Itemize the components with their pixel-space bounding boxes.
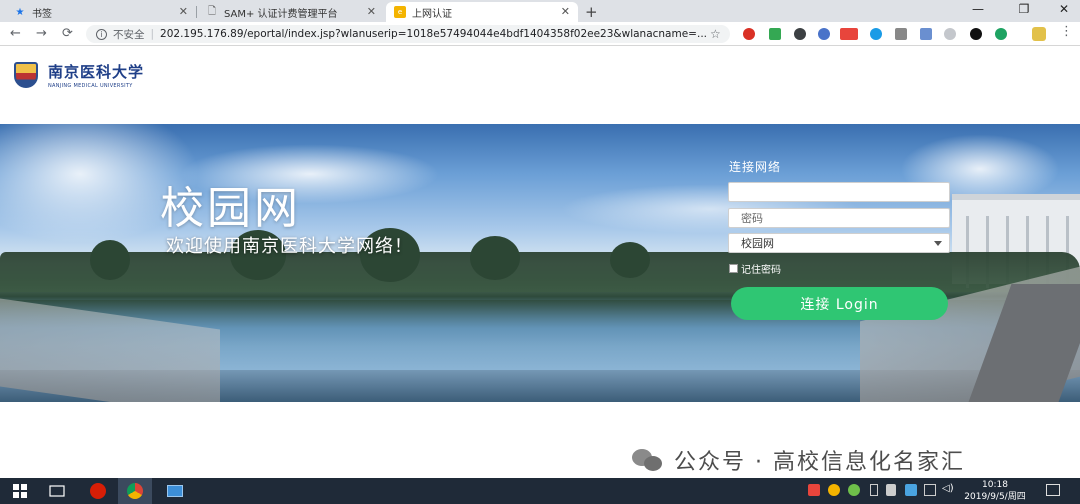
reload-button[interactable]: ⟳ [62,26,73,41]
hero-banner: 校园网 欢迎使用南京医科大学网络！ [0,124,1080,402]
browser-tab-bar: ★ 书签 ✕ 🗋 SAM+ 认证计费管理平台 ✕ e 上网认证 ✕ + — ❐ … [0,0,1080,22]
tray-app-icon[interactable] [808,484,820,496]
address-toolbar: ← → ⟳ i 不安全 | 202.195.176.89/eportal/ind… [0,22,1080,46]
tree-decoration [470,236,520,280]
volume-icon[interactable]: ◁) [942,483,954,495]
new-tab-button[interactable]: + [585,3,598,21]
network-select[interactable]: 校园网 [728,233,950,253]
tray-usb-icon[interactable] [870,484,878,496]
chevron-down-icon [934,241,942,246]
app-window-icon [167,485,183,497]
password-input[interactable] [728,208,950,228]
tray-app-icon[interactable] [848,484,860,496]
extension-globe-icon[interactable] [818,28,830,40]
windows-taskbar: ◁) 10:18 2019/9/5/周四 [0,478,1080,504]
task-view-button[interactable] [44,478,70,504]
extension-shield-icon[interactable] [794,28,806,40]
extension-green-icon[interactable] [995,28,1007,40]
star-icon: ★ [15,6,25,18]
portal-favicon: e [394,6,406,18]
tree-decoration [610,242,650,278]
close-icon[interactable]: ✕ [367,5,376,18]
close-icon[interactable]: ✕ [561,5,570,18]
start-button[interactable] [8,478,32,504]
tray-app-icon[interactable] [828,484,840,496]
tree-decoration [90,240,130,280]
window-close-button[interactable]: ✕ [1054,2,1074,16]
back-button[interactable]: ← [10,26,21,41]
tray-battery-icon[interactable] [886,484,896,496]
tab-sam-platform[interactable]: 🗋 SAM+ 认证计费管理平台 ✕ [198,2,384,22]
extension-translate-icon[interactable] [769,28,781,40]
security-label: 不安全 [113,28,145,41]
windows-logo-icon [13,484,27,498]
tray-network-icon[interactable] [905,484,917,496]
bookmark-star-icon[interactable]: ☆ [710,27,721,41]
tab-bookmarks[interactable]: ★ 书签 ✕ [6,2,196,22]
restore-button[interactable]: ❐ [1014,2,1034,16]
browser-menu-icon[interactable]: ⋮ [1060,24,1073,39]
logo-chinese-name: 南京医科大学 [48,63,145,81]
forward-button[interactable]: → [36,26,47,41]
taskbar-app[interactable] [162,478,188,504]
minimize-button[interactable]: — [968,2,988,16]
notification-icon[interactable] [1046,484,1060,496]
extension-adblock-icon[interactable] [743,28,755,40]
profile-avatar-icon[interactable] [1032,27,1046,41]
tab-title: 书签 [32,8,52,20]
remember-password-option[interactable]: 记住密码 [729,261,781,276]
hero-title: 校园网 [160,183,301,234]
tray-display-icon[interactable] [924,484,936,496]
extension-record-icon[interactable] [970,28,982,40]
extension-tool-icon[interactable] [895,28,907,40]
extension-badge-icon[interactable] [840,28,858,40]
tab-portal-auth[interactable]: e 上网认证 ✕ [386,2,578,22]
university-logo[interactable]: 南京医科大学 NANJING MEDICAL UNIVERSITY [14,61,144,89]
taskbar-clock[interactable]: 10:18 2019/9/5/周四 [960,479,1030,503]
netease-music-icon [90,483,106,499]
task-view-icon [49,485,65,497]
login-form-title: 连接网络 [729,160,782,174]
logo-english-name: NANJING MEDICAL UNIVERSITY [48,83,133,89]
watermark-text: 公众号 · 高校信息化名家汇 [674,450,965,475]
username-input[interactable] [728,182,950,202]
tab-title: 上网认证 [412,8,452,20]
taskbar-chrome[interactable] [118,478,152,504]
info-icon[interactable]: i [96,28,107,40]
university-crest-icon [14,62,38,88]
page-icon: 🗋 [207,5,217,17]
wechat-icon [632,447,664,473]
tab-title: SAM+ 认证计费管理平台 [224,8,338,20]
clock-time: 10:18 [982,480,1008,490]
clock-date: 2019/9/5/周四 [964,492,1026,502]
url-divider: | [150,28,155,40]
remember-checkbox[interactable] [729,264,738,273]
chrome-icon [127,483,143,499]
url-bar[interactable]: i 不安全 | 202.195.176.89/eportal/index.jsp… [86,25,730,43]
extension-search-icon[interactable] [870,28,882,40]
wechat-watermark: 公众号 · 高校信息化名家汇 [632,444,965,476]
extension-lock-icon[interactable] [944,28,956,40]
url-text: 202.195.176.89/eportal/index.jsp?wlanuse… [160,28,707,40]
tab-separator [196,6,197,18]
remember-label: 记住密码 [741,265,781,276]
tree-line [0,252,1080,292]
hero-subtitle: 欢迎使用南京医科大学网络！ [166,236,413,257]
close-icon[interactable]: ✕ [179,5,188,18]
extension-reader-icon[interactable] [920,28,932,40]
login-button[interactable]: 连接 Login [731,287,948,320]
taskbar-netease-music[interactable] [84,478,112,504]
network-select-value: 校园网 [741,237,774,250]
